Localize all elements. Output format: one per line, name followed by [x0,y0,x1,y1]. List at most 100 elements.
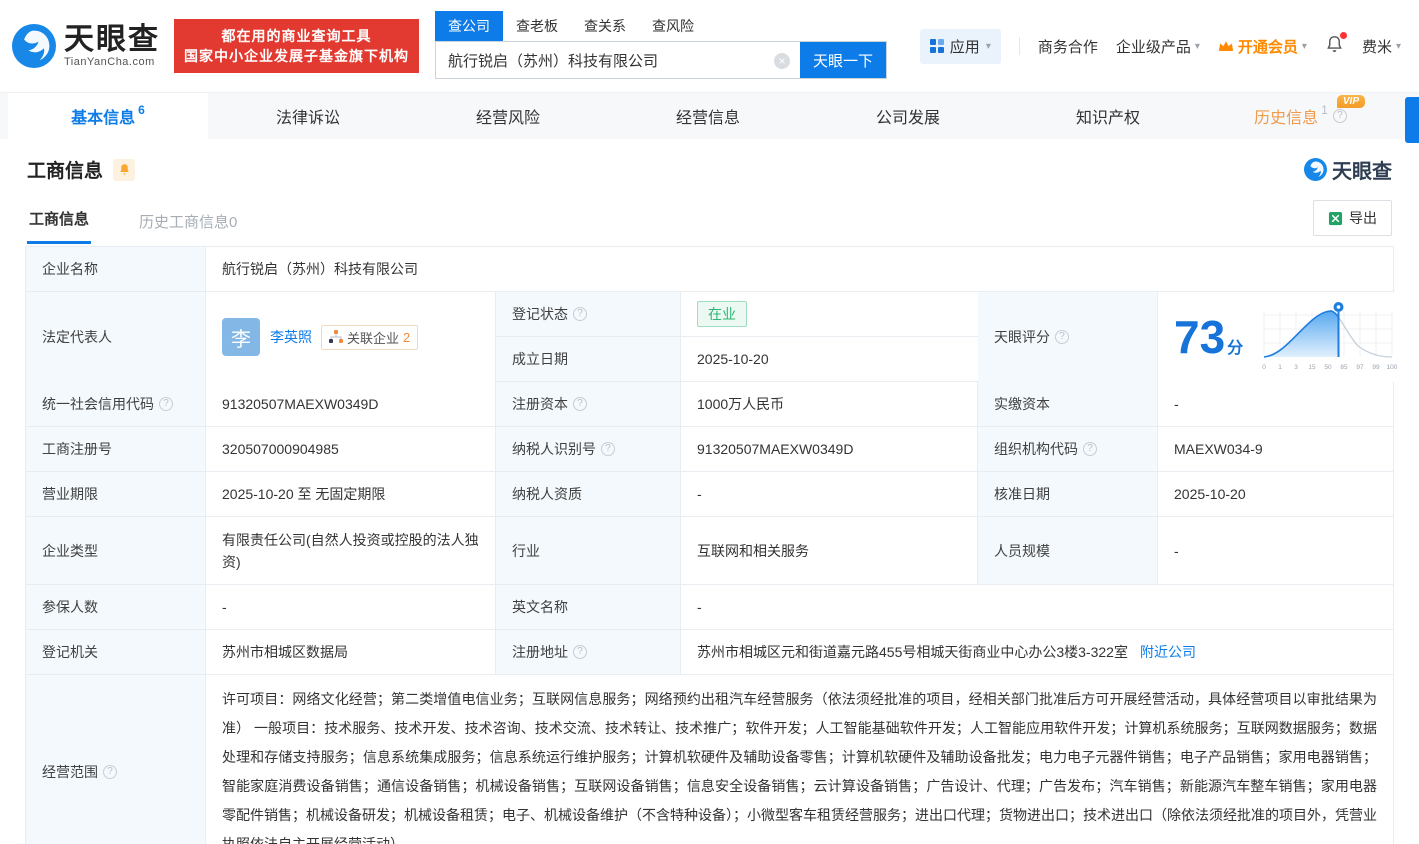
nearby-companies-link[interactable]: 附近公司 [1140,642,1196,662]
search-button[interactable]: 天眼一下 [800,42,886,78]
export-button[interactable]: 导出 [1313,200,1392,236]
legal-rep-avatar[interactable]: 李 [222,318,260,356]
taxpayer-id-label: 纳税人识别号 [512,439,596,459]
tianyancha-logo-icon [1304,158,1327,181]
tab-operating-info[interactable]: 经营信息 [608,93,808,139]
subscribe-bell-icon[interactable] [113,159,135,181]
help-icon[interactable]: ? [573,645,587,659]
tab-history-info[interactable]: VIP 历史信息 1 ? [1208,93,1393,139]
company-name-label: 企业名称 [26,247,206,291]
vip-badge: VIP [1337,95,1365,108]
tianyancha-logo[interactable]: 天眼查 TianYanCha.com [12,24,160,68]
logo-name: 天眼查 [64,25,160,55]
search-input[interactable] [436,42,800,78]
search-tabs: 查公司 查老板 查关系 查风险 [435,13,887,41]
tab-count: 1 [1321,103,1328,117]
apps-menu[interactable]: 应用 ▾ [920,29,1001,64]
subtab-business-info[interactable]: 工商信息 [27,200,91,244]
search-tab-company[interactable]: 查公司 [435,11,503,41]
business-scope-label-cell: 经营范围 ? [26,675,206,844]
caret-down-icon: ▾ [1396,41,1401,52]
svg-text:100: 100 [1387,364,1398,371]
tab-operating-risk[interactable]: 经营风险 [408,93,608,139]
company-type-value: 有限责任公司(自然人投资或控股的法人独资) [206,517,496,584]
caret-down-icon: ▾ [986,41,991,52]
established-value: 2025-10-20 [681,337,978,381]
svg-text:3: 3 [1294,364,1298,371]
search-tab-relation[interactable]: 查关系 [571,11,639,41]
status-date-subgrid: 登记状态 ? 在业 成立日期 2025-10-20 [496,292,978,381]
reg-address-label: 注册地址 [512,642,568,662]
search-tab-risk[interactable]: 查风险 [639,11,707,41]
clear-icon[interactable]: × [774,53,790,69]
registry-authority-value: 苏州市相城区数据局 [206,630,496,674]
insured-count-label: 参保人数 [26,585,206,629]
reg-capital-value: 1000万人民币 [681,382,978,426]
tianyancha-page: 天眼查 TianYanCha.com 都在用的商业查询工具 国家中小企业发展子基… [0,0,1419,844]
nav-enterprise-products[interactable]: 企业级产品 ▾ [1116,36,1200,57]
legal-rep-cell: 李 李英照 关联企业 2 [206,292,496,382]
tab-basic-info[interactable]: 基本信息 6 [8,93,208,139]
caret-down-icon: ▾ [1302,41,1307,52]
legal-rep-name-link[interactable]: 李英照 [270,327,312,347]
table-row-reg-number: 工商注册号 320507000904985 纳税人识别号 ? 91320507M… [26,427,1393,472]
help-icon[interactable]: ? [159,397,173,411]
tab-label: 基本信息 [71,104,135,128]
help-icon[interactable]: ? [601,442,615,456]
taxpayer-id-label-cell: 纳税人识别号 ? [496,427,681,471]
related-companies-badge[interactable]: 关联企业 2 [321,325,418,350]
industry-value: 互联网和相关服务 [681,517,978,584]
svg-text:50: 50 [1325,364,1333,371]
table-row-company-type: 企业类型 有限责任公司(自然人投资或控股的法人独资) 行业 互联网和相关服务 人… [26,517,1393,585]
section-title: 工商信息 [27,156,103,183]
table-row-business-scope: 经营范围 ? 许可项目：网络文化经营；第二类增值电信业务；互联网信息服务；网络预… [26,675,1393,844]
tab-label: 知识产权 [1076,104,1140,128]
tab-intellectual-property[interactable]: 知识产权 [1008,93,1208,139]
help-icon[interactable]: ? [573,397,587,411]
help-icon[interactable]: ? [1333,109,1347,123]
english-name-label: 英文名称 [496,585,681,629]
taxpayer-id-value: 91320507MAEXW0349D [681,427,978,471]
nav-divider [1019,37,1020,55]
help-icon[interactable]: ? [1055,330,1069,344]
reg-capital-label-cell: 注册资本 ? [496,382,681,426]
tab-label: 法律诉讼 [276,104,340,128]
established-label: 成立日期 [496,337,681,381]
score-value: 73分 [1174,314,1243,360]
help-icon[interactable]: ? [1083,442,1097,456]
subtab-history-business-info[interactable]: 历史工商信息0 [137,203,239,244]
reg-status-value-cell: 在业 [681,292,978,336]
tab-label: 公司发展 [876,104,940,128]
nav-user-menu[interactable]: 费米 ▾ [1362,36,1401,57]
taxpayer-quality-value: - [681,472,978,516]
reg-address-value: 苏州市相城区元和街道嘉元路455号相城天街商业中心办公3楼3-322室 [697,642,1128,662]
credit-code-label: 统一社会信用代码 [42,394,154,414]
business-info-table: 企业名称 航行锐启（苏州）科技有限公司 法定代表人 李 李英照 [25,246,1394,844]
company-nav-tabs: 基本信息 6 法律诉讼 经营风险 经营信息 公司发展 知识产权 VIP 历史信息… [0,92,1419,139]
floating-side-button[interactable] [1405,97,1419,143]
tab-label: 经营风险 [476,104,540,128]
username-label: 费米 [1362,36,1392,57]
section-header: 工商信息 天眼查 [25,139,1394,194]
enterprise-products-label: 企业级产品 [1116,36,1191,57]
tab-legal-proceedings[interactable]: 法律诉讼 [208,93,408,139]
nav-open-membership[interactable]: 开通会员 ▾ [1218,36,1307,57]
notification-bell-icon[interactable] [1325,35,1344,58]
credit-code-label-cell: 统一社会信用代码 ? [26,382,206,426]
nav-business-coop[interactable]: 商务合作 [1038,36,1098,57]
help-icon[interactable]: ? [103,765,117,779]
approval-date-label: 核准日期 [978,472,1158,516]
reg-number-value: 320507000904985 [206,427,496,471]
svg-text:97: 97 [1357,364,1365,371]
related-companies-count: 2 [403,330,410,345]
business-coop-label: 商务合作 [1038,36,1098,57]
tab-company-development[interactable]: 公司发展 [808,93,1008,139]
table-row-business-term: 营业期限 2025-10-20 至 无固定期限 纳税人资质 - 核准日期 202… [26,472,1393,517]
notification-dot [1340,32,1347,39]
logo-domain: TianYanCha.com [64,56,160,68]
main-content: 工商信息 天眼查 工商信息 历史工商信息0 [0,139,1419,844]
org-code-label: 组织机构代码 [994,439,1078,459]
staff-size-value: - [1158,517,1393,584]
search-tab-boss[interactable]: 查老板 [503,11,571,41]
help-icon[interactable]: ? [573,307,587,321]
